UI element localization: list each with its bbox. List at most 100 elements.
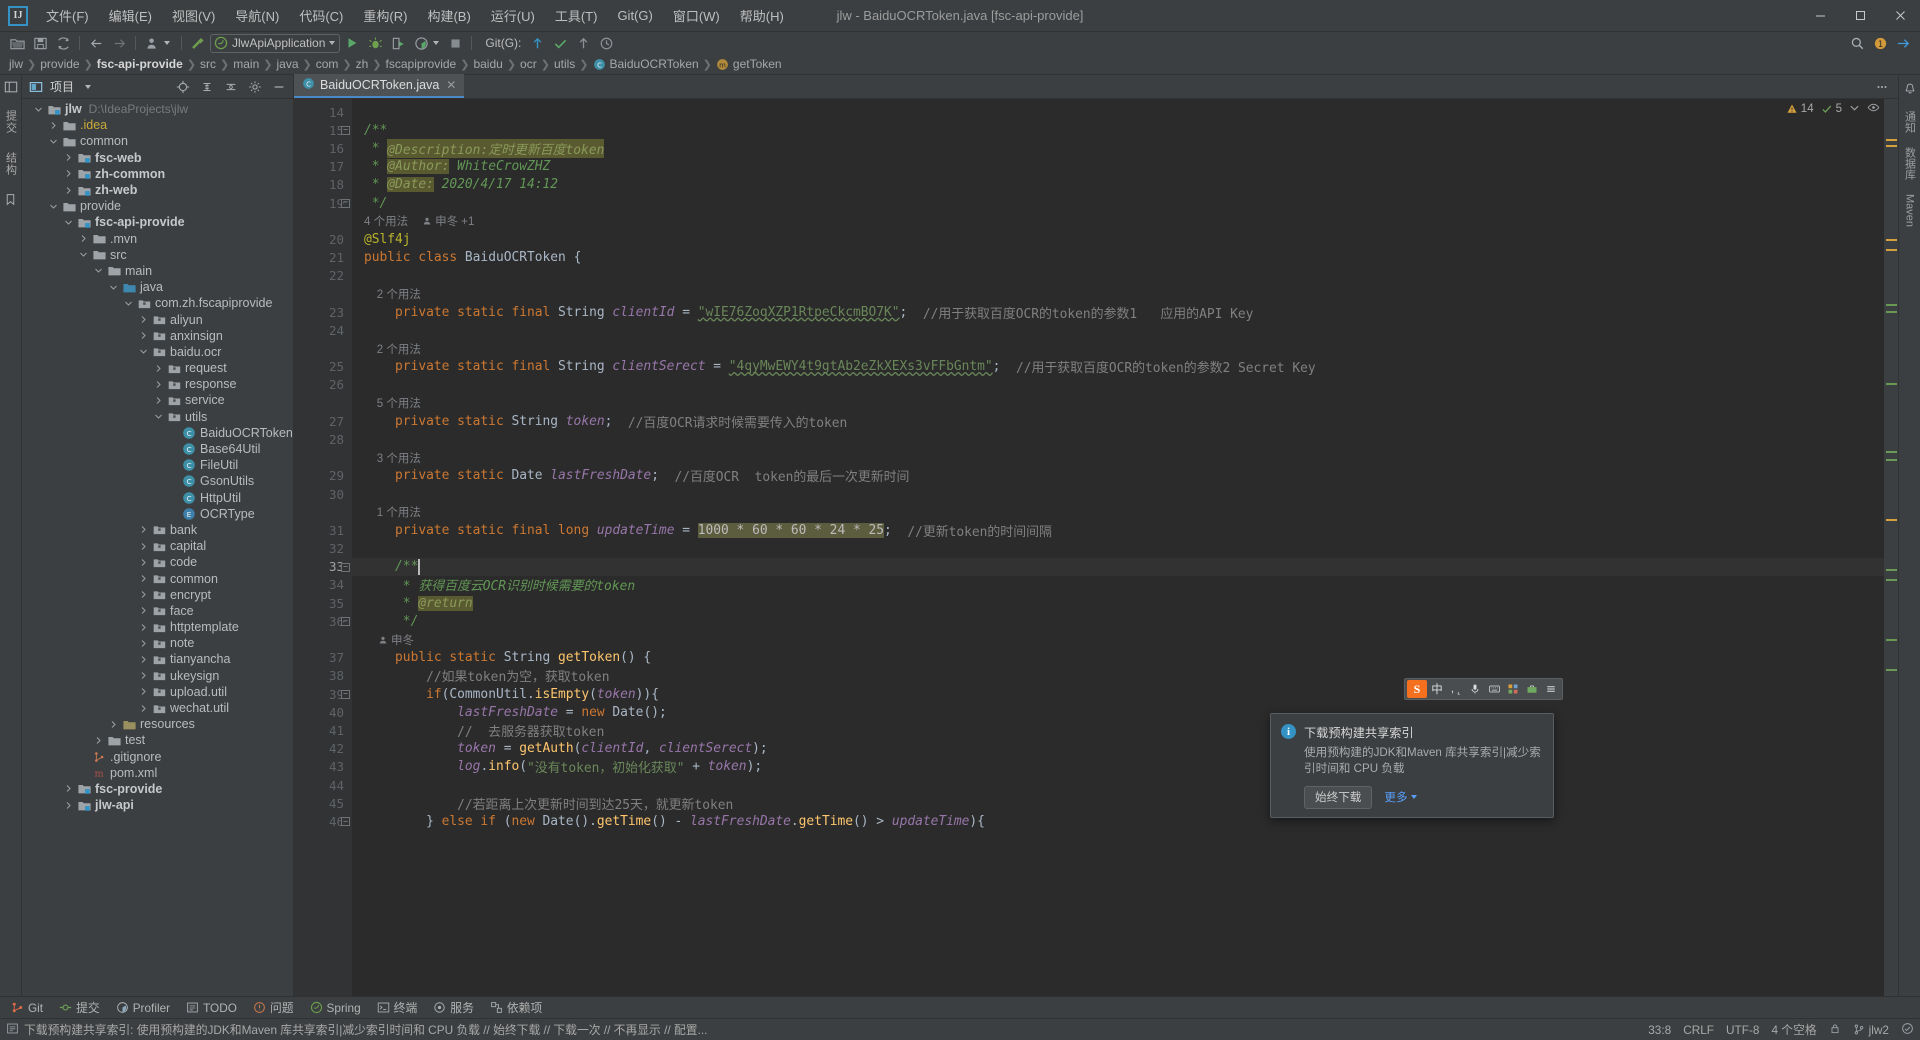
- punctuation-icon[interactable]: , ˛: [1447, 680, 1465, 698]
- tree-node-code[interactable]: code: [22, 554, 293, 570]
- chevron-down-icon[interactable]: [45, 133, 61, 149]
- git-branch-widget[interactable]: jlw2: [1853, 1023, 1889, 1037]
- fold-collapse-icon[interactable]: −: [341, 562, 350, 572]
- breadcrumb-item-1[interactable]: provide: [37, 56, 82, 73]
- sidebar-item-database[interactable]: 数据库: [1902, 147, 1918, 180]
- tree-node-encrypt[interactable]: encrypt: [22, 587, 293, 603]
- notifications-tool-icon[interactable]: [1902, 81, 1918, 97]
- author-hint[interactable]: 申冬 +1: [422, 213, 474, 229]
- usages-hint[interactable]: 2 个用法: [364, 341, 421, 357]
- tree-node-fsc-web[interactable]: fsc-web: [22, 150, 293, 166]
- inlay-hint[interactable]: 3 个用法: [352, 449, 1884, 467]
- tool-window-todo[interactable]: TODO: [179, 999, 244, 1017]
- chevron-right-icon[interactable]: [60, 150, 76, 166]
- inlay-hint[interactable]: 5 个用法: [352, 394, 1884, 412]
- tree-node-gsonutils[interactable]: C GsonUtils: [22, 473, 293, 489]
- tree-node-.mvn[interactable]: .mvn: [22, 231, 293, 247]
- stop-button[interactable]: [444, 33, 466, 53]
- sogou-logo-icon[interactable]: S: [1407, 680, 1427, 698]
- file-encoding[interactable]: UTF-8: [1726, 1023, 1759, 1037]
- menu-edit[interactable]: 编辑(E): [99, 0, 162, 31]
- tree-node-httptemplate[interactable]: httptemplate: [22, 619, 293, 635]
- chevron-down-icon[interactable]: [135, 344, 151, 360]
- tree-node-capital[interactable]: capital: [22, 538, 293, 554]
- chevron-right-icon[interactable]: [135, 700, 151, 716]
- code-content[interactable]: /** * @Description:定时更新百度token * @Author…: [352, 99, 1884, 996]
- error-stripe-mark[interactable]: [1886, 519, 1897, 521]
- tree-node-aliyun[interactable]: aliyun: [22, 311, 293, 327]
- tree-node-anxinsign[interactable]: anxinsign: [22, 328, 293, 344]
- chevron-right-icon[interactable]: [135, 522, 151, 538]
- close-icon[interactable]: ✕: [446, 78, 456, 92]
- breadcrumb-item-7[interactable]: zh: [353, 56, 372, 73]
- breadcrumb-item-4[interactable]: main: [230, 56, 262, 73]
- sync-button[interactable]: [52, 33, 74, 53]
- chevron-right-icon[interactable]: [75, 231, 91, 247]
- chevron-down-icon[interactable]: [30, 101, 46, 117]
- hide-icon[interactable]: [269, 77, 289, 97]
- error-stripe-mark[interactable]: [1886, 451, 1897, 453]
- code-line[interactable]: public class BaiduOCRToken {: [352, 249, 1884, 267]
- chevron-right-icon[interactable]: [150, 360, 166, 376]
- breadcrumb-item-10[interactable]: ocr: [517, 56, 540, 73]
- breadcrumb-item-3[interactable]: src: [197, 56, 219, 73]
- usages-hint[interactable]: 3 个用法: [364, 450, 421, 466]
- chevron-right-icon[interactable]: [135, 668, 151, 684]
- inlay-hint[interactable]: 申冬: [352, 630, 1884, 648]
- code-line[interactable]: private static final long updateTime = 1…: [352, 521, 1884, 540]
- code-line[interactable]: token = getAuth(clientId, clientSerect);: [352, 740, 1884, 758]
- tree-node-ocrtype[interactable]: E OCRType: [22, 506, 293, 522]
- chevron-right-icon[interactable]: [135, 538, 151, 554]
- tree-node-com.zh.fscapiprovide[interactable]: com.zh.fscapiprovide: [22, 295, 293, 311]
- code-line[interactable]: /**: [352, 557, 1884, 576]
- chevron-down-icon[interactable]: [90, 263, 106, 279]
- code-line[interactable]: /**: [352, 121, 1884, 139]
- notifications-icon[interactable]: 1: [1869, 33, 1891, 53]
- error-stripe-mark[interactable]: [1886, 311, 1897, 313]
- code-line[interactable]: * @Description:定时更新百度token: [352, 138, 1884, 158]
- fold-collapse-icon[interactable]: −: [341, 125, 350, 135]
- collapse-all-icon[interactable]: [221, 77, 241, 97]
- sidebar-item-commit[interactable]: 提交: [1, 107, 21, 137]
- chevron-right-icon[interactable]: [135, 684, 151, 700]
- chevron-right-icon[interactable]: [135, 651, 151, 667]
- code-line[interactable]: log. info("没有token，初始化获取" + token);: [352, 758, 1884, 776]
- profile-dropdown-icon[interactable]: [164, 41, 170, 45]
- commit-button[interactable]: [549, 33, 571, 53]
- error-stripe-mark[interactable]: [1886, 459, 1897, 461]
- tree-node-fileutil[interactable]: C FileUtil: [22, 457, 293, 473]
- code-line[interactable]: * @return: [352, 594, 1884, 612]
- tree-node-ukeysign[interactable]: ukeysign: [22, 668, 293, 684]
- lock-icon[interactable]: [1829, 1022, 1841, 1038]
- menu-tools[interactable]: 工具(T): [545, 0, 608, 31]
- code-line[interactable]: * @Date: 2020/4/17 14:12: [352, 176, 1884, 194]
- error-stripe-mark[interactable]: [1886, 579, 1897, 581]
- profile-icon[interactable]: [141, 33, 163, 53]
- forward-button[interactable]: [108, 33, 130, 53]
- tool-window-spring[interactable]: Spring: [303, 999, 368, 1017]
- tree-node-service[interactable]: service: [22, 392, 293, 408]
- code-line[interactable]: */: [352, 612, 1884, 630]
- tree-node-.idea[interactable]: .idea: [22, 117, 293, 133]
- error-stripe-mark[interactable]: [1886, 639, 1897, 641]
- chevron-down-icon[interactable]: [329, 41, 336, 45]
- inlay-hint[interactable]: 4 个用法 申冬 +1: [352, 212, 1884, 230]
- tree-node-common[interactable]: common: [22, 133, 293, 149]
- fold-end-icon[interactable]: ⌐: [341, 617, 350, 627]
- code-line[interactable]: private static Date lastFreshDate; //百度O…: [352, 467, 1884, 485]
- code-line[interactable]: private static String token; //百度OCR请求时候…: [352, 412, 1884, 431]
- project-tree[interactable]: jlw D:\IdeaProjects\jlw .idea common fsc-web…: [22, 99, 293, 996]
- chevron-right-icon[interactable]: [135, 571, 151, 587]
- code-line[interactable]: // 去服务器获取token: [352, 721, 1884, 740]
- sidebar-item-notifications[interactable]: 通知: [1902, 111, 1918, 133]
- more-options-link[interactable]: 更多: [1384, 789, 1417, 805]
- chevron-down-icon[interactable]: [120, 295, 136, 311]
- emoji-icon[interactable]: [1504, 680, 1522, 698]
- error-stripe-mark[interactable]: [1886, 145, 1897, 147]
- more-tabs-icon[interactable]: [1872, 77, 1892, 97]
- tree-node-note[interactable]: note: [22, 635, 293, 651]
- tree-node-jlw-api[interactable]: jlw-api: [22, 797, 293, 813]
- chevron-down-icon[interactable]: [75, 247, 91, 263]
- minimize-button[interactable]: [1800, 0, 1840, 31]
- error-stripe-mark[interactable]: [1886, 249, 1897, 251]
